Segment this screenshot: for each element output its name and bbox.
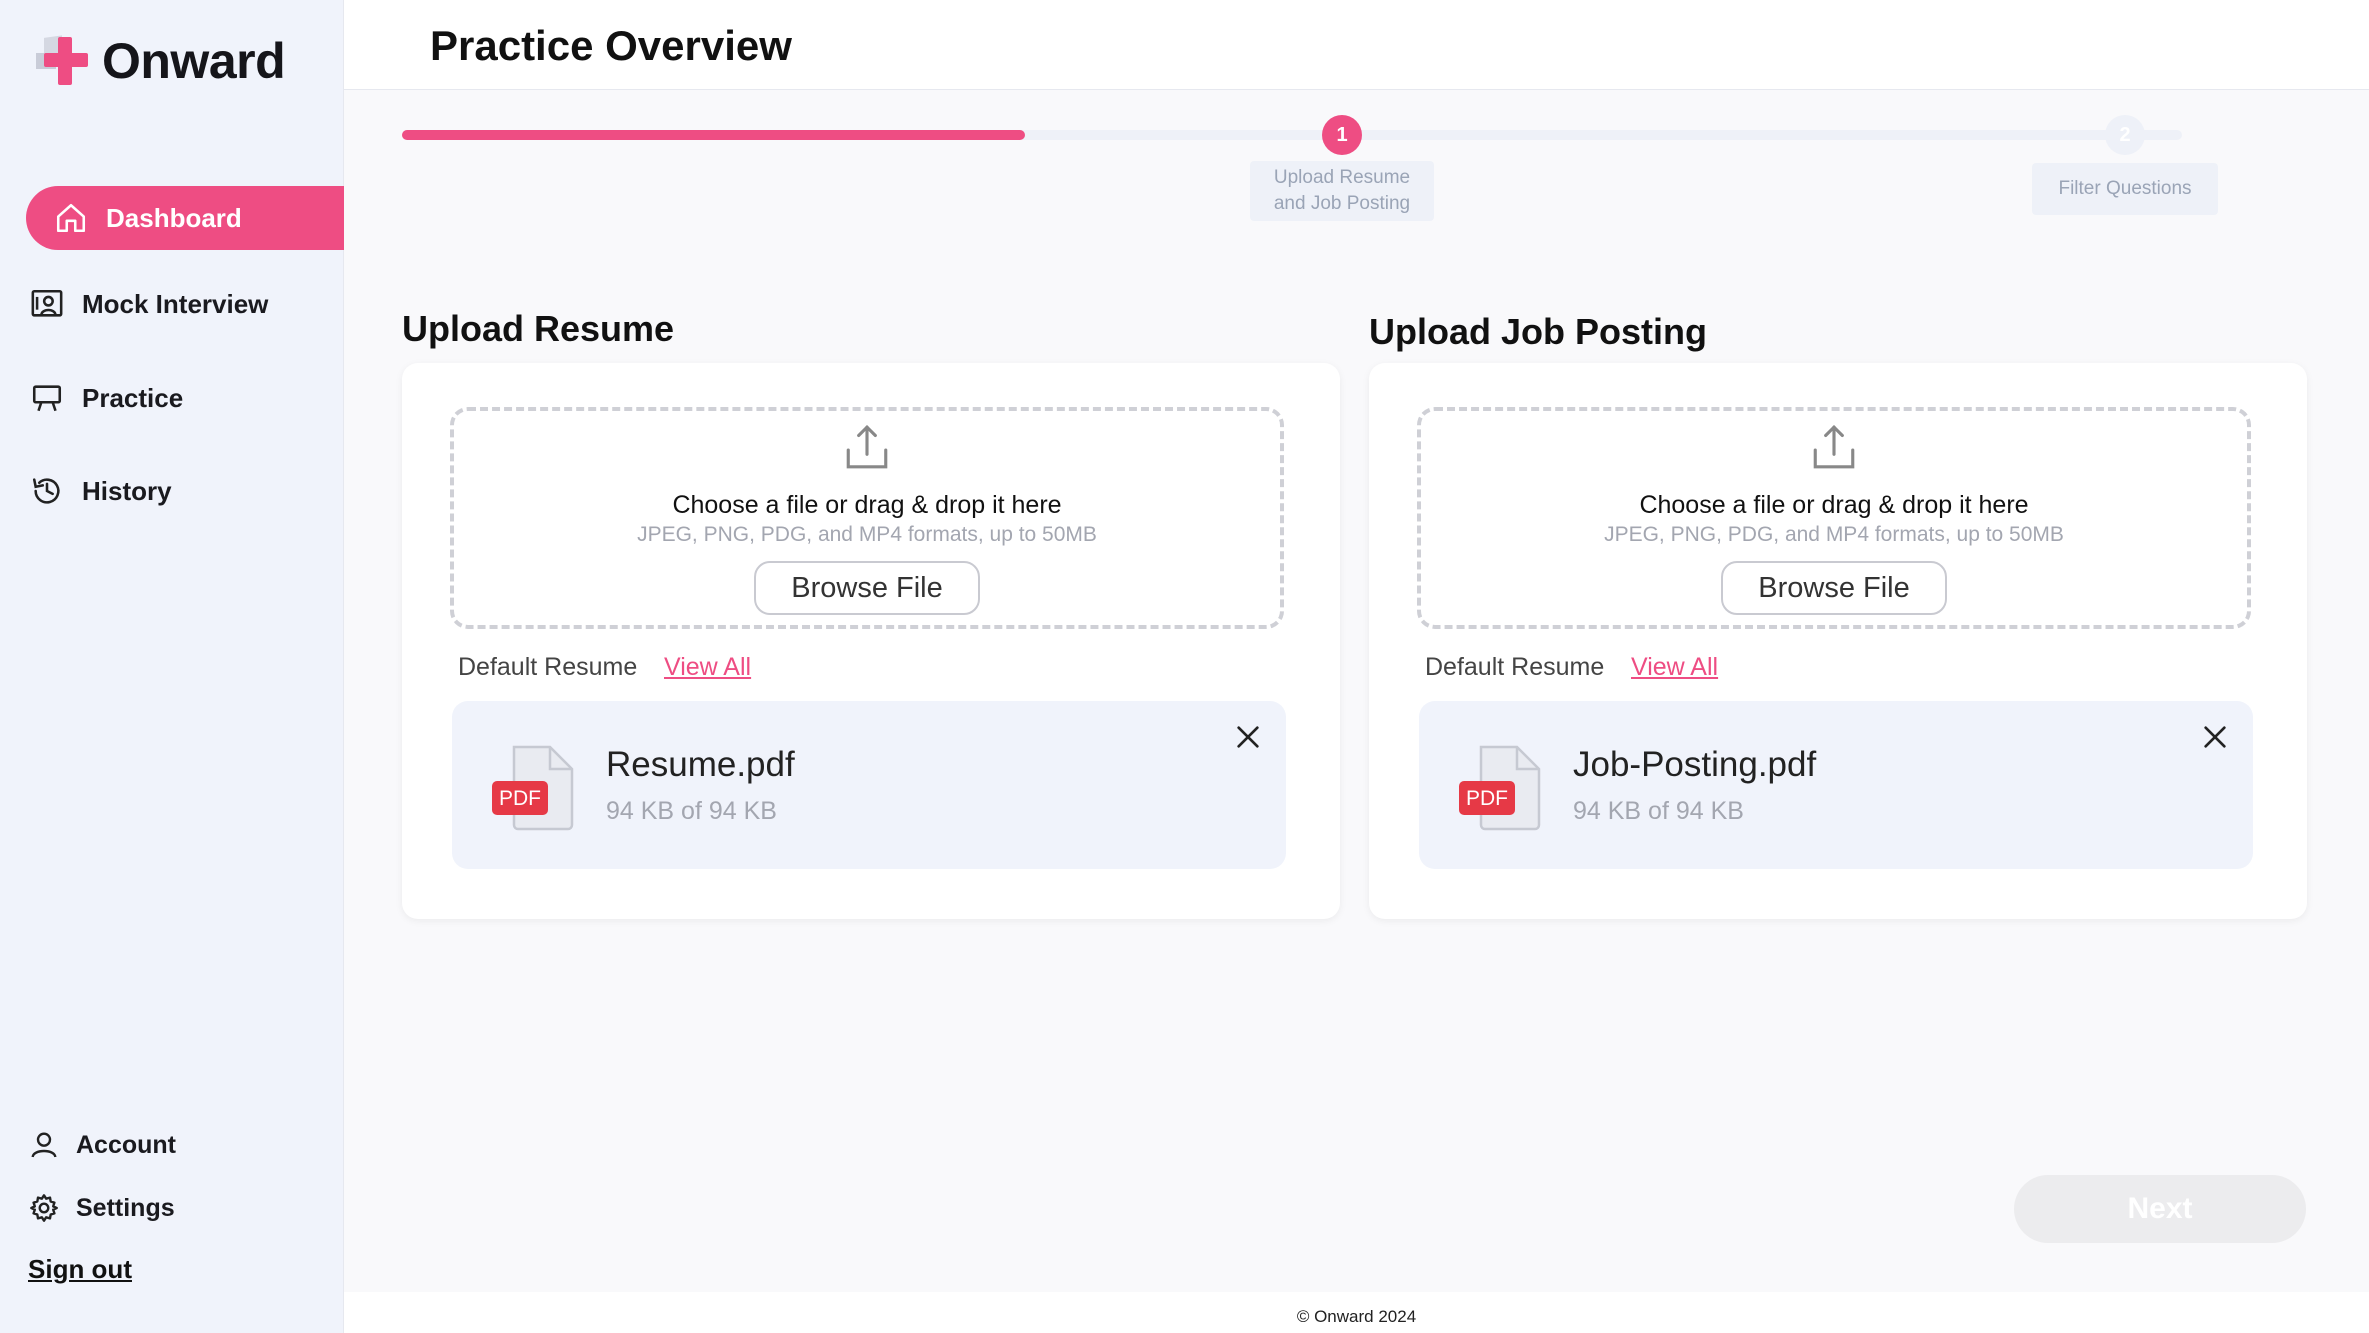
account-label: Account <box>76 1130 176 1159</box>
resume-dropzone[interactable]: Choose a file or drag & drop it here JPE… <box>450 407 1284 629</box>
close-icon[interactable] <box>1232 721 1264 753</box>
browse-file-button[interactable]: Browse File <box>1721 561 1947 615</box>
job-posting-dropzone[interactable]: Choose a file or drag & drop it here JPE… <box>1417 407 2251 629</box>
dropzone-title: Choose a file or drag & drop it here <box>672 491 1062 519</box>
file-name: Job-Posting.pdf <box>1573 745 1817 784</box>
presentation-icon <box>32 385 62 412</box>
file-name: Resume.pdf <box>606 745 795 784</box>
view-all-link[interactable]: View All <box>664 653 751 682</box>
step-2-indicator[interactable]: 2 <box>2105 115 2145 155</box>
default-resume-label: Default Resume <box>458 653 638 681</box>
sidebar-item-mock-interview[interactable]: Mock Interview <box>26 272 268 336</box>
upload-resume-title: Upload Resume <box>402 308 675 349</box>
pdf-file-icon: PDF <box>492 745 574 831</box>
logo[interactable]: Onward <box>36 32 286 90</box>
sidebar: Onward Dashboard Mock Interview Practice… <box>0 0 344 1333</box>
footer: © Onward 2024 <box>344 1292 2369 1333</box>
upload-job-posting-title: Upload Job Posting <box>1369 311 1707 352</box>
step-1-label: Upload Resume and Job Posting <box>1250 161 1434 221</box>
pdf-file-icon: PDF <box>1459 745 1541 831</box>
logo-text: Onward <box>102 33 286 89</box>
close-icon[interactable] <box>2199 721 2231 753</box>
gear-icon <box>30 1194 58 1222</box>
onward-logo-icon <box>36 35 88 85</box>
pdf-badge-text: PDF <box>1466 787 1508 810</box>
step-2-label: Filter Questions <box>2032 163 2218 215</box>
dropzone-title: Choose a file or drag & drop it here <box>1639 491 2029 519</box>
step-1-indicator[interactable]: 1 <box>1322 115 1362 155</box>
sidebar-item-dashboard[interactable]: Dashboard <box>26 186 344 250</box>
upload-job-posting-card: Choose a file or drag & drop it here JPE… <box>1369 363 2307 919</box>
uploaded-file-item: PDF Job-Posting.pdf 94 KB of 94 KB <box>1419 701 2253 869</box>
sidebar-item-label: Dashboard <box>106 202 242 233</box>
file-size: 94 KB of 94 KB <box>606 797 777 825</box>
file-size: 94 KB of 94 KB <box>1573 797 1744 825</box>
dropzone-formats: JPEG, PNG, PDG, and MP4 formats, up to 5… <box>1604 523 2064 546</box>
sidebar-item-label: Mock Interview <box>82 288 269 319</box>
upload-icon <box>1813 424 1855 469</box>
user-icon <box>31 1132 57 1158</box>
sidebar-item-history[interactable]: History <box>26 459 172 523</box>
next-button[interactable]: Next <box>2014 1175 2306 1243</box>
stepper-progress <box>402 130 1025 140</box>
page-title: Practice Overview <box>430 22 792 69</box>
stepper-track <box>402 130 2182 140</box>
browse-file-button[interactable]: Browse File <box>754 561 980 615</box>
upload-resume-card: Choose a file or drag & drop it here JPE… <box>402 363 1340 919</box>
sidebar-item-label: Practice <box>82 382 184 413</box>
copyright-text: © Onward 2024 <box>1296 1307 1417 1326</box>
header: Practice Overview <box>344 0 2369 90</box>
upload-icon <box>846 424 888 469</box>
pdf-badge-text: PDF <box>499 787 541 810</box>
dropzone-formats: JPEG, PNG, PDG, and MP4 formats, up to 5… <box>637 523 1097 546</box>
mock-interview-icon <box>31 289 63 317</box>
uploaded-file-item: PDF Resume.pdf 94 KB of 94 KB <box>452 701 1286 869</box>
history-icon <box>32 478 60 504</box>
sign-out-link[interactable]: Sign out <box>28 1254 132 1285</box>
settings-label: Settings <box>76 1193 175 1222</box>
sidebar-item-settings[interactable]: Settings <box>28 1192 175 1224</box>
default-resume-label: Default Resume <box>1425 653 1605 681</box>
sidebar-item-practice[interactable]: Practice <box>26 366 183 430</box>
view-all-link[interactable]: View All <box>1631 653 1718 682</box>
home-icon <box>56 203 86 233</box>
sidebar-item-account[interactable]: Account <box>28 1129 176 1161</box>
sidebar-item-label: History <box>82 475 172 506</box>
